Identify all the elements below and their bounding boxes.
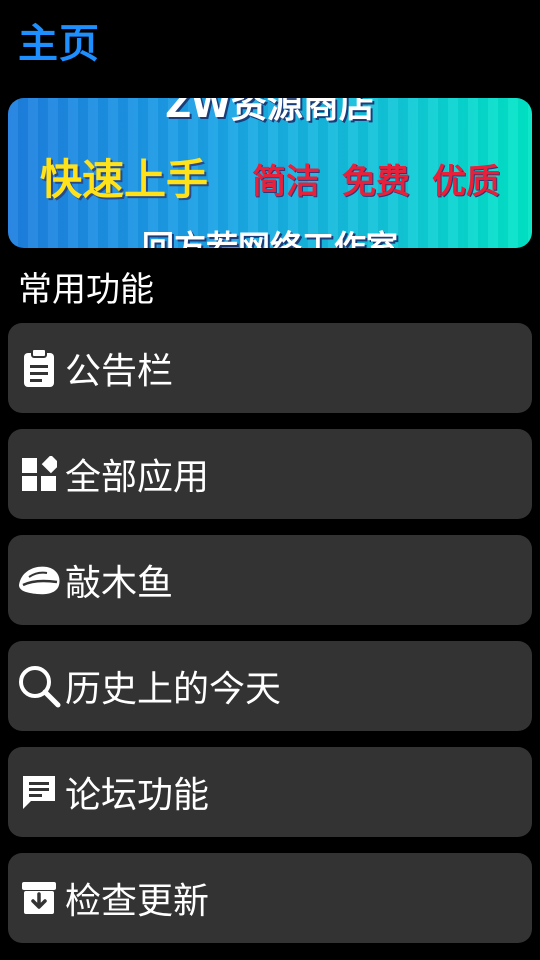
menu-item-history-today[interactable]: 历史上的今天 <box>8 641 532 731</box>
promo-banner[interactable]: ZW资源商店 快速上手 简洁 免费 优质 回方若网络工作室 <box>8 98 532 248</box>
banner-studio-name: 回方若网络工作室 <box>141 228 398 248</box>
wooden-fish-icon <box>17 558 61 602</box>
banner-headline: 快速上手 <box>40 155 209 204</box>
section-title: 常用功能 <box>18 270 154 310</box>
page-title: 主页 <box>18 21 100 67</box>
banner-tag: 简洁 <box>252 162 320 202</box>
feature-menu: 公告栏 全部应用 敲木鱼 历史上的今天 论坛功能 检查更新 <box>8 323 532 959</box>
menu-item-announcements[interactable]: 公告栏 <box>8 323 532 413</box>
menu-item-label: 论坛功能 <box>65 775 210 816</box>
menu-item-all-apps[interactable]: 全部应用 <box>8 429 532 519</box>
menu-item-label: 检查更新 <box>65 881 210 922</box>
menu-item-label: 历史上的今天 <box>65 669 282 710</box>
download-box-icon <box>17 876 61 920</box>
menu-item-wooden-fish[interactable]: 敲木鱼 <box>8 535 532 625</box>
clipboard-icon <box>17 346 61 390</box>
menu-item-label: 全部应用 <box>65 457 210 498</box>
menu-item-label: 公告栏 <box>65 351 174 392</box>
menu-item-label: 敲木鱼 <box>65 563 174 604</box>
search-icon <box>17 664 61 708</box>
banner-tags: 简洁 免费 优质 <box>252 154 500 203</box>
apps-widgets-icon <box>17 452 61 496</box>
chat-message-icon <box>17 770 61 814</box>
banner-tag: 免费 <box>342 162 410 202</box>
menu-item-forum[interactable]: 论坛功能 <box>8 747 532 837</box>
menu-item-check-update[interactable]: 检查更新 <box>8 853 532 943</box>
banner-tag: 优质 <box>432 162 500 202</box>
banner-store-name: ZW资源商店 <box>165 98 375 126</box>
